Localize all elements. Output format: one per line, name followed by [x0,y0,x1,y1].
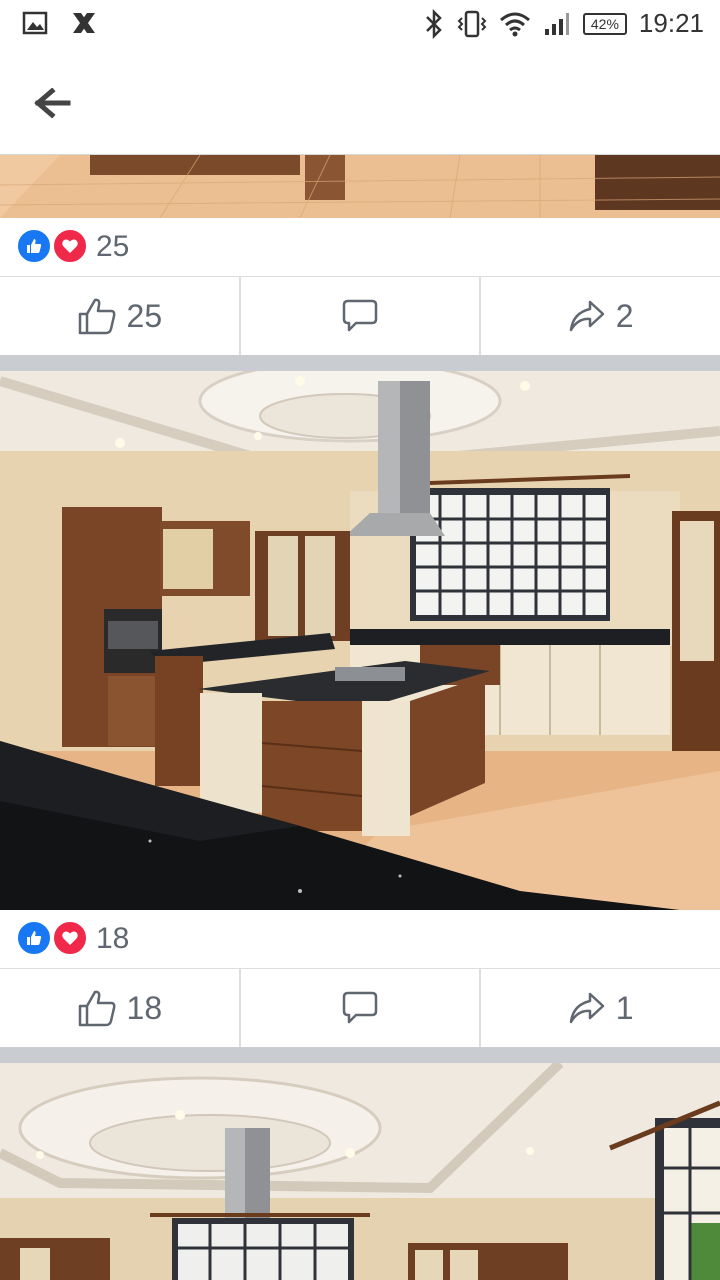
like-button[interactable]: 25 [0,277,241,355]
kitchen-floor-image [0,155,720,218]
reaction-count: 18 [96,922,130,955]
comment-button[interactable] [241,969,482,1047]
share-button[interactable]: 1 [481,969,720,1047]
post-photo[interactable] [0,155,720,218]
vibrate-icon [457,10,487,37]
kitchen-image [0,371,720,910]
share-count: 1 [615,989,634,1026]
post-divider [0,1047,720,1063]
x-app-icon [73,13,95,33]
comment-icon [342,991,378,1024]
share-icon [569,300,605,332]
love-reaction-icon [52,228,88,264]
share-icon [569,992,605,1024]
wifi-icon [499,12,530,36]
thumbs-up-icon [78,298,115,335]
thumbs-up-icon [78,990,115,1027]
post-actions: 25 2 [0,276,720,356]
signal-icon [544,12,569,35]
like-count: 25 [126,297,163,334]
reactions-summary[interactable]: 25 [0,218,720,276]
reactions-summary[interactable]: 18 [0,910,720,968]
post-photo[interactable] [0,1063,720,1280]
share-button[interactable]: 2 [481,277,720,355]
image-icon [22,11,48,35]
share-count: 2 [615,297,634,334]
post-photo[interactable] [0,371,720,910]
kitchen-image [0,1063,720,1280]
post-divider [0,355,720,371]
back-arrow-icon[interactable] [32,88,72,118]
app-bar [0,50,720,155]
bluetooth-icon [426,8,442,39]
comment-button[interactable] [241,277,482,355]
love-reaction-icon [52,920,88,956]
comment-icon [342,299,378,332]
status-bar: 42% 19:21 [0,0,720,50]
post-actions: 18 1 [0,968,720,1048]
like-count: 18 [126,989,163,1026]
clock: 19:21 [638,8,704,38]
like-reaction-icon [16,920,52,956]
reaction-count: 25 [96,230,130,263]
like-button[interactable]: 18 [0,969,241,1047]
like-reaction-icon [16,228,52,264]
battery-indicator: 42% [582,12,627,35]
